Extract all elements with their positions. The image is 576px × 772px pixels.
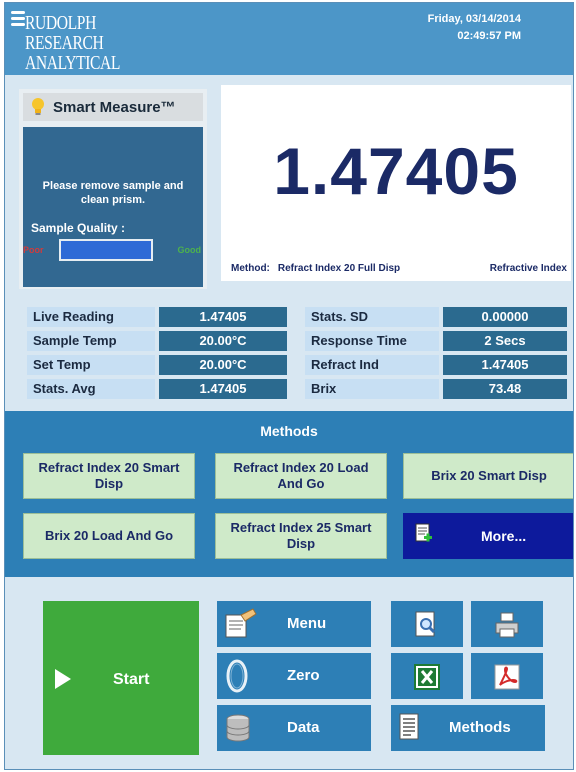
stat-value: 20.00°C [159,331,287,351]
logo-text-line: ANALYTICAL [25,52,121,74]
pdf-icon [494,664,520,690]
smart-measure-body: Please remove sample and clean prism. Sa… [23,127,203,287]
datetime-display: Friday, 03/14/2014 02:49:57 PM [428,11,521,45]
export-excel-button[interactable] [391,653,463,699]
method-name: Refract Index 20 Full Disp [277,263,401,274]
method-button-ri25-smart[interactable]: Refract Index 25 Smart Disp [215,513,387,559]
measure-panel: Smart Measure™ Please remove sample and … [5,75,573,293]
header-bar: RUDOLPH RESEARCH ANALYTICAL Friday, 03/1… [5,3,573,75]
stat-value: 0.00000 [443,307,567,327]
stat-label: Set Temp [27,355,155,375]
methods-panel: Methods Refract Index 20 Smart Disp Refr… [5,411,573,577]
stat-value: 1.47405 [443,355,567,375]
stat-label: Stats. Avg [27,379,155,399]
time-text: 02:49:57 PM [457,30,521,42]
logo-text-line: RESEARCH [25,32,104,54]
excel-icon [414,664,440,690]
methods-button[interactable]: Methods [391,705,545,751]
quality-good-label: Good [177,245,202,255]
document-list-icon [399,713,419,740]
more-methods-label: More... [481,528,527,544]
start-label: Start [113,671,150,688]
control-panel: Start Menu Zero Data Methods [5,579,573,769]
sample-quality-meter [59,239,153,261]
sample-quality-fill [61,241,151,259]
stat-value: 1.47405 [159,307,287,327]
start-button[interactable]: Start [43,601,199,755]
menu-clipboard-icon [225,608,257,638]
export-pdf-button[interactable] [471,653,543,699]
app-window: RUDOLPH RESEARCH ANALYTICAL Friday, 03/1… [4,2,574,770]
company-logo: RUDOLPH RESEARCH ANALYTICAL [11,9,131,74]
stat-label: Brix [305,379,439,399]
more-methods-button[interactable]: More... [403,513,573,559]
stat-value: 73.48 [443,379,567,399]
method-button-brix20-loadgo[interactable]: Brix 20 Load And Go [23,513,195,559]
current-method: Method: Refract Index 20 Full Disp [231,263,408,274]
method-button-ri20-smart[interactable]: Refract Index 20 Smart Disp [23,453,195,499]
smart-measure-card: Smart Measure™ Please remove sample and … [19,89,207,289]
stats-row: Stats. Avg 1.47405 Brix 73.48 [5,379,573,401]
sample-quality-label: Sample Quality : [31,221,126,235]
preview-button[interactable] [391,601,463,647]
smart-measure-title: Smart Measure™ [53,98,176,116]
stat-value: 1.47405 [159,379,287,399]
stat-label: Response Time [305,331,439,351]
stats-row: Set Temp 20.00°C Refract Ind 1.47405 [5,355,573,377]
data-label: Data [287,719,320,736]
print-button[interactable] [471,601,543,647]
menu-button[interactable]: Menu [217,601,371,647]
logo-text-line: RUDOLPH [25,12,96,34]
methods-title: Methods [260,423,318,439]
stat-label: Sample Temp [27,331,155,351]
method-button-ri20-loadgo[interactable]: Refract Index 20 Load And Go [215,453,387,499]
smart-measure-header: Smart Measure™ [23,93,203,121]
stat-label: Live Reading [27,307,155,327]
lightbulb-icon [32,98,44,115]
reading-value: 1.47405 [273,134,519,208]
preview-icon [415,611,436,637]
play-icon [55,669,71,689]
menu-label: Menu [287,615,327,632]
date-text: Friday, 03/14/2014 [427,13,521,25]
stats-row: Live Reading 1.47405 Stats. SD 0.00000 [5,307,573,329]
data-button[interactable]: Data [217,705,371,751]
methods-label: Methods [449,719,511,736]
zero-label: Zero [287,667,320,684]
stat-label: Stats. SD [305,307,439,327]
logo-waves-icon [11,11,25,31]
stat-label: Refract Ind [305,355,439,375]
method-prefix: Method: [231,263,270,274]
zero-ring-icon [226,659,248,693]
instruction-message: Please remove sample and clean prism. [42,180,184,206]
stats-grid: Live Reading 1.47405 Stats. SD 0.00000 S… [5,293,573,409]
database-icon [226,714,250,742]
method-button-brix20-smart[interactable]: Brix 20 Smart Disp [403,453,573,499]
reading-display: 1.47405 Method: Refract Index 20 Full Dis… [221,85,571,281]
quality-poor-label: Poor [23,245,44,255]
stat-value: 2 Secs [443,331,567,351]
reading-unit: Refractive Index [489,263,567,274]
stats-row: Sample Temp 20.00°C Response Time 2 Secs [5,331,573,353]
add-document-icon [415,523,432,542]
printer-icon [495,612,519,638]
stat-value: 20.00°C [159,355,287,375]
zero-button[interactable]: Zero [217,653,371,699]
